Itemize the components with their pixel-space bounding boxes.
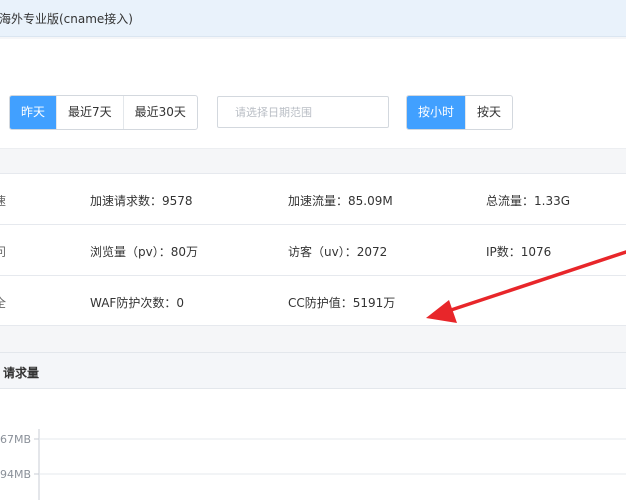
chart-header: 请求量 <box>0 352 626 389</box>
stat-row-speed: 速 加速请求数：9578 加速流量：85.09M 总流量：1.33G <box>0 173 626 224</box>
cc-protection-value: CC防护值：5191万 <box>288 296 396 310</box>
accel-traffic: 加速流量：85.09M <box>288 194 393 208</box>
panel-title: 海外专业版(cname接入) <box>0 12 133 26</box>
request-chart: 4.67MB 3.94MB <box>0 429 626 500</box>
page-views: 浏览量（pv）：80万 <box>90 245 198 259</box>
date-range-input[interactable] <box>217 96 389 128</box>
by-hour-button[interactable]: 按小时 <box>407 96 467 129</box>
panel-header: 海外专业版(cname接入) <box>0 0 626 37</box>
total-traffic: 总流量：1.33G <box>486 194 571 208</box>
granularity-group: 按小时 按天 <box>406 95 514 130</box>
time-range-group: 昨天 最近7天 最近30天 <box>9 95 198 130</box>
section-divider <box>0 326 626 352</box>
row-label: 问 <box>0 245 7 259</box>
waf-count: WAF防护次数：0 <box>90 296 184 310</box>
yesterday-button[interactable]: 昨天 <box>10 96 58 129</box>
y-tick-label: 3.94MB <box>0 468 31 481</box>
last-7-days-button[interactable]: 最近7天 <box>57 96 124 129</box>
row-label: 速 <box>0 194 7 208</box>
stats-panel: 速 加速请求数：9578 加速流量：85.09M 总流量：1.33G 问 浏览量… <box>0 173 626 326</box>
page-root: 海外专业版(cname接入) 昨天 最近7天 最近30天 按小时 按天 速 加速… <box>0 0 626 500</box>
stat-row-visits: 问 浏览量（pv）：80万 访客（uv）：2072 IP数：1076 <box>0 224 626 275</box>
row-label: 全 <box>0 296 7 310</box>
last-30-days-button[interactable]: 最近30天 <box>124 96 197 129</box>
y-tick-label: 4.67MB <box>0 433 31 446</box>
separator <box>0 37 626 39</box>
section-divider <box>0 148 626 173</box>
requests-count: 加速请求数：9578 <box>90 194 193 208</box>
stat-row-security: 全 WAF防护次数：0 CC防护值：5191万 <box>0 275 626 326</box>
unique-visitors: 访客（uv）：2072 <box>288 245 388 259</box>
chart-title: 请求量 <box>3 366 40 380</box>
ip-count: IP数：1076 <box>486 245 552 259</box>
by-day-button[interactable]: 按天 <box>466 96 512 129</box>
